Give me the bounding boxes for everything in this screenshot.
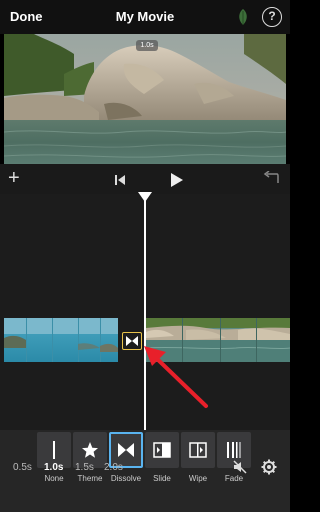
dissolve-icon (118, 443, 134, 457)
annotation-arrow-icon (144, 346, 208, 408)
mute-icon[interactable] (233, 460, 247, 479)
playback-control-bar: + (0, 164, 290, 194)
preview-frame (4, 34, 286, 164)
slide-icon (153, 442, 171, 458)
star-icon (82, 442, 98, 458)
leaf-icon (236, 8, 250, 26)
clip-thumbnails (4, 318, 118, 362)
help-button[interactable]: ? (262, 7, 282, 27)
none-transition-icon (53, 441, 55, 459)
navigation-bar: Done My Movie ? (0, 0, 290, 34)
fade-icon (227, 442, 241, 458)
add-media-button[interactable]: + (8, 168, 20, 188)
wipe-icon (189, 442, 207, 458)
play-icon[interactable] (170, 172, 184, 193)
video-clip[interactable] (4, 318, 118, 362)
duration-option[interactable]: 2.0s (104, 462, 123, 473)
undo-icon[interactable] (262, 170, 280, 190)
duration-badge: 1.0s (136, 40, 158, 51)
skip-to-start-icon[interactable] (114, 173, 126, 191)
transition-button[interactable] (122, 332, 142, 350)
dissolve-icon (126, 336, 138, 346)
video-preview: 1.0s (4, 34, 286, 164)
playhead-marker-icon (138, 192, 152, 202)
duration-option[interactable]: 1.5s (75, 462, 94, 473)
settings-gear-icon[interactable] (261, 459, 277, 480)
duration-option-selected[interactable]: 1.0s (44, 462, 63, 473)
duration-option[interactable]: 0.5s (13, 462, 32, 473)
